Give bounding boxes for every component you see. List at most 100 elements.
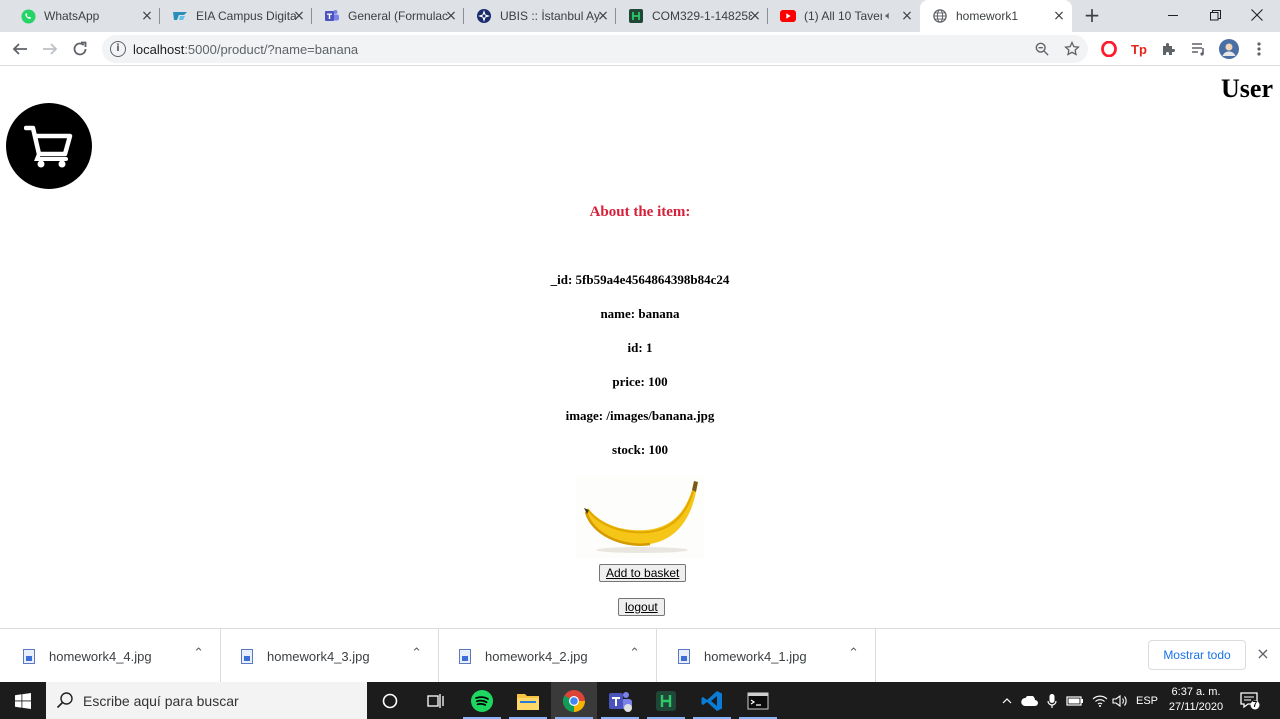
- chevron-up-icon[interactable]: ⌃: [848, 646, 859, 661]
- banana-image: [576, 476, 704, 558]
- tab-whatsapp[interactable]: WhatsApp ×: [8, 0, 160, 32]
- reload-button[interactable]: [68, 37, 92, 61]
- tab-title: General (Formulación: [348, 9, 448, 23]
- tab-strip: WhatsApp × EIA Campus Digital × General …: [0, 0, 1280, 32]
- field-image: image: /images/banana.jpg: [565, 408, 715, 423]
- image-file-icon: [678, 649, 690, 664]
- hackerrank-icon[interactable]: [643, 682, 689, 719]
- back-button[interactable]: [8, 37, 32, 61]
- download-filename: homework4_3.jpg: [267, 649, 370, 664]
- logout-button[interactable]: logout: [618, 598, 665, 616]
- vscode-icon[interactable]: [689, 682, 735, 719]
- tab-teams-general[interactable]: General (Formulación ×: [312, 0, 464, 32]
- download-filename: homework4_2.jpg: [485, 649, 588, 664]
- zoom-icon[interactable]: [1032, 39, 1052, 59]
- media-queue-icon[interactable]: [1189, 39, 1209, 59]
- window-close-button[interactable]: [1234, 0, 1280, 30]
- search-placeholder: Escribe aquí para buscar: [83, 693, 239, 709]
- clock-date: 27/11/2020: [1168, 701, 1224, 713]
- file-explorer-icon[interactable]: [505, 682, 551, 719]
- ubis-icon: [476, 8, 492, 24]
- close-icon[interactable]: ×: [596, 9, 610, 23]
- download-item[interactable]: homework4_4.jpg ⌃: [3, 629, 221, 683]
- extensions-puzzle-icon[interactable]: [1159, 39, 1179, 59]
- chevron-up-icon[interactable]: [1000, 682, 1014, 719]
- url-text[interactable]: localhost:5000/product/?name=banana: [133, 42, 358, 57]
- battery-icon[interactable]: [1064, 682, 1086, 719]
- search-icon: [56, 691, 76, 711]
- notification-count: 7: [1252, 700, 1258, 709]
- download-item[interactable]: homework4_3.jpg ⌃: [221, 629, 439, 683]
- minimize-button[interactable]: [1150, 0, 1196, 30]
- close-icon[interactable]: ×: [1254, 645, 1272, 663]
- tab-ubis[interactable]: UBIS :: İstanbul Aydın ×: [464, 0, 616, 32]
- download-item[interactable]: homework4_1.jpg ⌃: [658, 629, 876, 683]
- add-to-basket-button[interactable]: Add to basket: [599, 564, 687, 582]
- task-view-icon[interactable]: [413, 682, 459, 719]
- tab-com329[interactable]: COM329-1-148258 ×: [616, 0, 768, 32]
- tab-eia-campus[interactable]: EIA Campus Digital ×: [160, 0, 312, 32]
- tab-title: UBIS :: İstanbul Aydın: [500, 9, 600, 23]
- address-bar[interactable]: i localhost:5000/product/?name=banana: [102, 35, 1088, 63]
- chevron-up-icon[interactable]: ⌃: [629, 646, 640, 661]
- browser-toolbar: i localhost:5000/product/?name=banana Tp: [0, 32, 1280, 66]
- field-id: _id: 5fb59a4e4564864398b84c24: [550, 272, 730, 287]
- download-filename: homework4_4.jpg: [49, 649, 152, 664]
- chrome-icon[interactable]: [551, 682, 597, 719]
- microphone-icon[interactable]: [1044, 682, 1060, 719]
- globe-icon: [932, 8, 948, 24]
- tp-extension-icon[interactable]: Tp: [1129, 39, 1149, 59]
- tab-title: COM329-1-148258: [652, 9, 752, 23]
- bookmark-star-icon[interactable]: [1062, 39, 1082, 59]
- download-filename: homework4_1.jpg: [704, 649, 807, 664]
- teams-icon[interactable]: [597, 682, 643, 719]
- close-icon[interactable]: ×: [900, 9, 914, 23]
- field-price: price: 100: [612, 374, 668, 389]
- close-icon[interactable]: ×: [292, 9, 306, 23]
- spotify-icon[interactable]: [459, 682, 505, 719]
- restore-button[interactable]: [1192, 0, 1238, 30]
- chevron-up-icon[interactable]: ⌃: [193, 646, 204, 661]
- user-heading: User: [1221, 74, 1273, 103]
- forward-button[interactable]: [38, 37, 62, 61]
- volume-icon[interactable]: [1110, 682, 1130, 719]
- profile-avatar[interactable]: [1219, 39, 1239, 59]
- wifi-icon[interactable]: [1090, 682, 1110, 719]
- taskbar-search-box[interactable]: Escribe aquí para buscar: [46, 682, 367, 719]
- eia-icon: [172, 8, 188, 24]
- info-icon[interactable]: i: [110, 41, 126, 57]
- clock-time: 6:37 a. m.: [1171, 686, 1221, 698]
- onedrive-icon[interactable]: [1020, 682, 1040, 719]
- tab-title: (1) All 10 Taverns: [804, 9, 882, 23]
- close-icon[interactable]: ×: [748, 9, 762, 23]
- tab-youtube[interactable]: (1) All 10 Taverns 🔈︎ ×: [768, 0, 920, 32]
- close-icon[interactable]: ×: [140, 9, 154, 23]
- speaker-icon[interactable]: 🔈︎: [885, 9, 892, 23]
- show-all-downloads-button[interactable]: Mostrar todo: [1148, 640, 1246, 670]
- chevron-up-icon[interactable]: ⌃: [411, 646, 422, 661]
- clock[interactable]: 6:37 a. m. 27/11/2020: [1160, 685, 1232, 715]
- terminal-icon[interactable]: [735, 682, 781, 719]
- svg-text:Tp: Tp: [1131, 42, 1147, 57]
- menu-kebab-icon[interactable]: [1249, 39, 1269, 59]
- notifications-icon[interactable]: 7: [1240, 690, 1260, 710]
- language-indicator[interactable]: ESP: [1134, 682, 1160, 719]
- windows-taskbar: Escribe aquí para buscar ESP 6:37 a. m. …: [0, 682, 1280, 719]
- opera-extension-icon[interactable]: [1099, 39, 1119, 59]
- tab-homework1[interactable]: homework1 ×: [920, 0, 1072, 32]
- hackerrank-icon: [628, 8, 644, 24]
- new-tab-button[interactable]: +: [1082, 5, 1102, 25]
- shopping-cart-icon[interactable]: [6, 103, 92, 189]
- close-icon[interactable]: ×: [1052, 9, 1066, 23]
- windows-start-button[interactable]: [0, 682, 46, 719]
- image-file-icon: [23, 649, 35, 664]
- cortana-icon[interactable]: [367, 682, 413, 719]
- page-content: User About the item: _id: 5fb59a4e456486…: [0, 67, 1280, 628]
- image-file-icon: [241, 649, 253, 664]
- about-item-heading: About the item:: [589, 204, 691, 220]
- tab-title: EIA Campus Digital: [196, 9, 296, 23]
- close-icon[interactable]: ×: [444, 9, 458, 23]
- download-item[interactable]: homework4_2.jpg ⌃: [439, 629, 657, 683]
- download-shelf: homework4_4.jpg ⌃ homework4_3.jpg ⌃ home…: [0, 628, 1280, 683]
- tab-title: homework1: [956, 9, 1019, 23]
